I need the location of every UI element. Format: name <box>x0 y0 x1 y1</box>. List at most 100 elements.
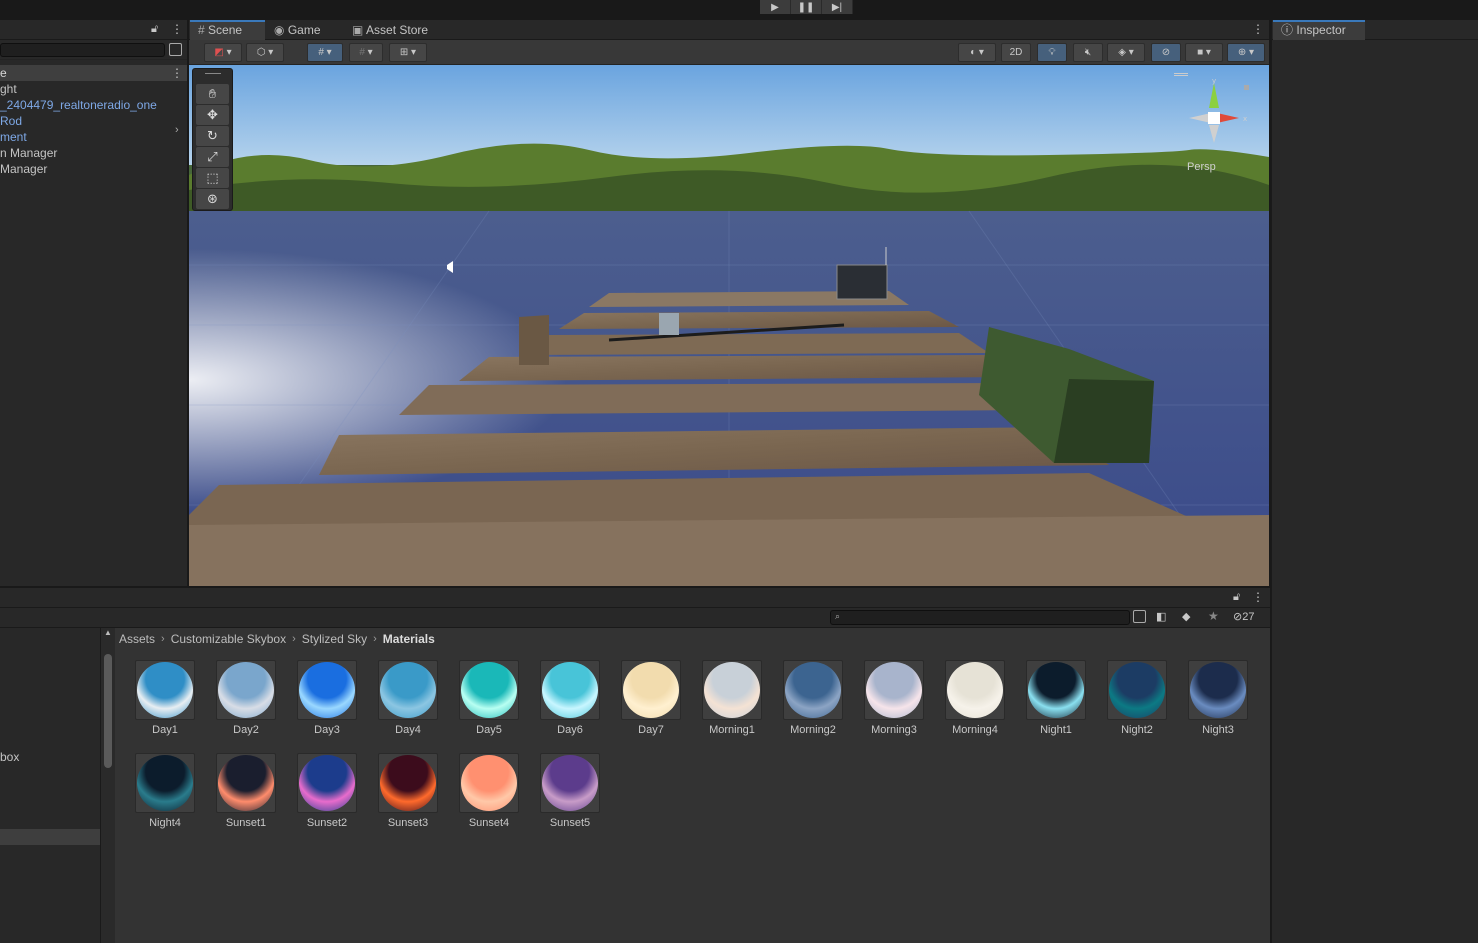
rotate-tool-button[interactable]: ↻ <box>196 126 229 146</box>
favorite-star-icon[interactable]: ★ <box>1208 609 1219 623</box>
layers-icon: ◈ <box>1118 47 1126 58</box>
hidden-objects-toggle[interactable]: ⊘ <box>1151 43 1181 62</box>
asset-item[interactable]: Day7 <box>619 660 683 740</box>
tab-scene[interactable]: # Scene <box>190 20 265 40</box>
asset-item[interactable]: Night4 <box>133 753 197 833</box>
asset-item[interactable]: Morning2 <box>781 660 845 740</box>
asset-item[interactable]: Morning3 <box>862 660 926 740</box>
asset-item[interactable]: Sunset1 <box>214 753 278 833</box>
project-search-row: ⌕ ◧ ◆ ★ ⊘27 <box>0 608 1270 628</box>
hierarchy-item[interactable]: _2404479_realtoneradio_one <box>0 97 187 113</box>
asset-thumbnail <box>216 660 276 720</box>
lock-icon[interactable]: 🔓︎ <box>151 23 158 36</box>
snap-increment-dropdown[interactable]: # ▾ <box>349 43 383 62</box>
asset-item[interactable]: Day6 <box>538 660 602 740</box>
chevron-right-icon[interactable]: › <box>175 124 179 136</box>
asset-label: Sunset4 <box>468 817 510 829</box>
neg-x-axis-cone <box>1189 113 1211 123</box>
material-preview-sphere <box>137 662 193 718</box>
asset-item[interactable]: Sunset2 <box>295 753 359 833</box>
play-button[interactable]: ▶ <box>760 0 791 14</box>
pause-icon: ❚❚ <box>797 1 815 13</box>
tab-asset-store[interactable]: ▣ Asset Store <box>344 20 444 40</box>
breadcrumb-customizable-skybox[interactable]: Customizable Skybox <box>171 632 286 646</box>
hierarchy-search-input[interactable] <box>0 43 165 57</box>
asset-item[interactable]: Night2 <box>1105 660 1169 740</box>
filter-by-label-icon[interactable]: ◆ <box>1182 610 1190 623</box>
scene-menu-icon[interactable]: ⋮ <box>171 65 183 81</box>
asset-item[interactable]: Sunset5 <box>538 753 602 833</box>
asset-item[interactable]: Sunset4 <box>457 753 521 833</box>
material-preview-sphere <box>299 662 355 718</box>
audio-toggle[interactable]: 🔇︎ <box>1073 43 1103 62</box>
camera-dropdown[interactable]: ■ ▾ <box>1185 43 1223 62</box>
asset-item[interactable]: Morning1 <box>700 660 764 740</box>
search-scene-icon[interactable] <box>169 43 182 56</box>
breadcrumb: Assets › Customizable Skybox › Stylized … <box>119 631 435 647</box>
palette-drag-handle[interactable] <box>205 73 221 74</box>
scroll-up-arrow-icon[interactable]: ▲ <box>104 628 112 637</box>
toggle-2d-button[interactable]: 2D <box>1001 43 1031 62</box>
asset-item[interactable]: Day5 <box>457 660 521 740</box>
increment-snap-dropdown[interactable]: ⊞ ▾ <box>389 43 427 62</box>
hierarchy-item[interactable]: n Manager <box>0 145 187 161</box>
hierarchy-item[interactable]: Rod <box>0 113 187 129</box>
material-preview-sphere <box>1190 662 1246 718</box>
asset-label: Sunset3 <box>387 817 429 829</box>
asset-item[interactable]: Morning4 <box>943 660 1007 740</box>
asset-item[interactable]: Day3 <box>295 660 359 740</box>
hierarchy-item[interactable]: ght <box>0 81 187 97</box>
asset-label: Night4 <box>149 817 181 829</box>
hierarchy-scene-row[interactable]: e ⋮ <box>0 65 187 81</box>
orientation-gizmo[interactable]: y x Persp <box>1174 73 1259 178</box>
asset-item[interactable]: Day4 <box>376 660 440 740</box>
asset-item[interactable]: Sunset3 <box>376 753 440 833</box>
scene-viewport[interactable]: ✋︎ ✥ ↻ ⤢ ⬚ ⊛ y x Persp <box>189 65 1269 586</box>
move-tool-button[interactable]: ✥ <box>196 105 229 125</box>
shading-dropdown[interactable]: ⬡ ▾ <box>246 43 284 62</box>
asset-item[interactable]: Night1 <box>1024 660 1088 740</box>
hierarchy-item[interactable]: Manager <box>0 161 187 177</box>
effects-dropdown[interactable]: ◈ ▾ <box>1107 43 1145 62</box>
folder-tree-selected-row[interactable] <box>0 829 100 845</box>
gizmos-dropdown[interactable]: ⊕ ▾ <box>1227 43 1265 62</box>
scale-icon: ⤢ <box>207 149 218 164</box>
render-dropdown[interactable]: ◐ ▾ <box>958 43 996 62</box>
grid-snap-dropdown[interactable]: # ▾ <box>307 43 343 62</box>
pause-button[interactable]: ❚❚ <box>791 0 822 14</box>
transform-tool-button[interactable]: ⊛ <box>196 189 229 209</box>
filter-by-type-icon[interactable]: ◧ <box>1156 610 1166 623</box>
breadcrumb-chevron-icon: › <box>161 633 165 645</box>
asset-thumbnail <box>945 660 1005 720</box>
breadcrumb-materials[interactable]: Materials <box>383 632 435 646</box>
project-menu-icon[interactable]: ⋮ <box>1252 590 1264 604</box>
draw-mode-dropdown[interactable]: ◩ ▾ <box>204 43 242 62</box>
step-button[interactable]: ▶| <box>822 0 853 14</box>
folder-tree-item[interactable]: box <box>0 750 19 764</box>
asset-item[interactable]: Day1 <box>133 660 197 740</box>
rect-tool-button[interactable]: ⬚ <box>196 168 229 188</box>
breadcrumb-stylized-sky[interactable]: Stylized Sky <box>302 632 367 646</box>
hand-tool-button[interactable]: ✋︎ <box>196 84 229 104</box>
breadcrumb-assets[interactable]: Assets <box>119 632 155 646</box>
breadcrumb-chevron-icon: › <box>292 633 296 645</box>
tab-game[interactable]: ◉ Game <box>266 20 344 40</box>
asset-item[interactable]: Day2 <box>214 660 278 740</box>
asset-label: Day3 <box>314 724 340 736</box>
scrollbar-thumb[interactable] <box>104 654 112 768</box>
asset-item[interactable]: Night3 <box>1186 660 1250 740</box>
svg-text:y: y <box>1212 77 1216 85</box>
folder-tree-scrollbar[interactable]: ▲ <box>101 628 115 943</box>
project-search-input[interactable]: ⌕ <box>830 610 1130 625</box>
asset-thumbnail <box>540 660 600 720</box>
project-lock-icon[interactable]: 🔓︎ <box>1233 591 1240 604</box>
projection-label[interactable]: Persp <box>1187 161 1216 173</box>
lighting-toggle[interactable]: 💡︎ <box>1037 43 1067 62</box>
hierarchy-item[interactable]: ment <box>0 129 187 145</box>
search-by-scene-icon[interactable] <box>1133 610 1146 623</box>
scale-tool-button[interactable]: ⤢ <box>196 147 229 167</box>
kebab-menu-icon[interactable]: ⋮ <box>171 22 183 36</box>
tab-inspector[interactable]: ⓘ Inspector <box>1273 20 1365 40</box>
hidden-packages-toggle[interactable]: ⊘27 <box>1233 610 1254 623</box>
scene-tab-menu-icon[interactable]: ⋮ <box>1252 22 1264 36</box>
